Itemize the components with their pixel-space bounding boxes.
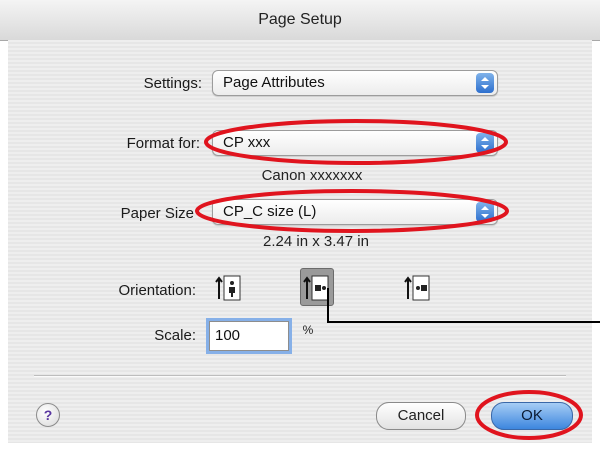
scale-unit: % — [302, 323, 314, 337]
title-bar: Page Setup — [0, 0, 600, 41]
settings-label: Settings: — [143, 75, 202, 92]
orientation-landscape-right-button[interactable] — [402, 269, 434, 305]
paper-size-popup[interactable]: CP_C size (L) — [212, 199, 498, 225]
format-for-label: Format for: — [126, 135, 200, 152]
help-button[interactable]: ? — [36, 403, 60, 427]
cancel-button[interactable]: Cancel — [376, 402, 466, 430]
orientation-landscape-left-button[interactable] — [300, 268, 334, 306]
popup-arrows-icon — [476, 202, 494, 222]
paper-size-value: CP_C size (L) — [223, 203, 317, 220]
ok-button[interactable]: OK — [491, 402, 573, 430]
landscape-left-icon — [303, 275, 329, 301]
popup-arrows-icon — [476, 133, 494, 153]
paper-size-label: Paper Size — [120, 205, 194, 222]
format-for-value: CP xxx — [223, 134, 271, 151]
orientation-portrait-button[interactable] — [213, 269, 245, 305]
dialog-title: Page Setup — [258, 11, 342, 28]
divider — [34, 375, 566, 377]
paper-dimensions: 2.24 in x 3.47 in — [263, 233, 369, 250]
scale-input[interactable] — [210, 322, 285, 348]
popup-arrows-icon — [476, 73, 494, 93]
landscape-right-icon — [404, 275, 430, 301]
portrait-icon — [215, 275, 241, 301]
scale-field[interactable] — [209, 321, 289, 351]
printer-name: Canon xxxxxxx — [261, 167, 363, 184]
settings-value: Page Attributes — [223, 74, 325, 91]
settings-popup[interactable]: Page Attributes — [212, 70, 498, 96]
format-for-popup[interactable]: CP xxx — [212, 130, 498, 156]
orientation-label: Orientation: — [118, 282, 196, 299]
scale-label: Scale: — [154, 327, 196, 344]
